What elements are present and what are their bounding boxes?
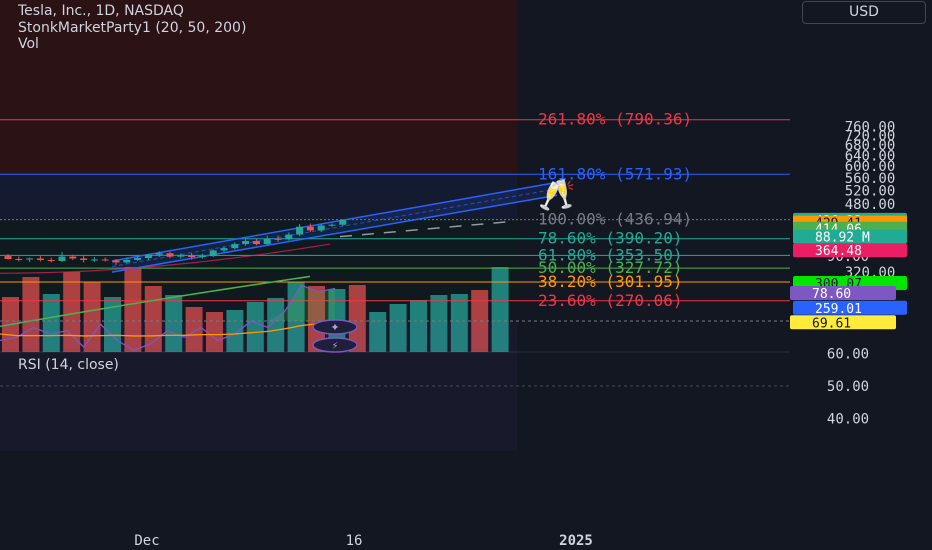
symbol-title[interactable]: Tesla, Inc., 1D, NASDAQ <box>18 3 184 19</box>
candle-body[interactable] <box>166 253 174 257</box>
candle-body[interactable] <box>209 250 217 257</box>
chart-root: 261.80% (790.36) 161.80% (571.93) 100.00% … <box>0 0 932 550</box>
candle-body[interactable] <box>47 259 55 261</box>
candle-body[interactable] <box>69 256 77 259</box>
indicator-ma-legend[interactable]: StonkMarketParty1 (20, 50, 200) <box>18 20 246 36</box>
rsi-axis-tick: 50.00 <box>827 379 869 395</box>
candle-body[interactable] <box>15 258 23 260</box>
candle-body[interactable] <box>339 220 347 225</box>
candle-body[interactable] <box>36 258 44 260</box>
candle-body[interactable] <box>231 244 239 249</box>
fib-label: 38.20% (301.95) <box>538 272 683 291</box>
sparkle-glyph: ✦ <box>330 321 339 334</box>
candle-body[interactable] <box>263 238 271 245</box>
candle-body[interactable] <box>144 254 152 259</box>
candle-body[interactable] <box>155 253 163 255</box>
candle-body[interactable] <box>242 240 250 245</box>
candle-body[interactable] <box>188 255 196 258</box>
time-axis-tick: 2025 <box>559 533 593 549</box>
candle-body[interactable] <box>58 256 66 261</box>
candle-body[interactable] <box>220 248 228 251</box>
candle-body[interactable] <box>198 256 206 258</box>
candle-body[interactable] <box>112 260 120 263</box>
currency-button[interactable]: USD <box>802 1 926 24</box>
time-axis-tick: 16 <box>346 533 363 549</box>
price-label-text: 364.48 <box>815 244 862 259</box>
rsi-axis-tick: 60.00 <box>827 347 869 363</box>
candle-body[interactable] <box>123 259 131 263</box>
candle-body[interactable] <box>4 256 12 259</box>
candle-body[interactable] <box>252 240 260 245</box>
candle-body[interactable] <box>177 255 185 257</box>
candle-body[interactable] <box>328 224 336 226</box>
chart-canvas[interactable]: 261.80% (790.36)161.80% (571.93)100.00% … <box>0 0 932 550</box>
toast-glasses-icon: 🥂 <box>538 178 575 213</box>
indicator-vol-legend[interactable]: Vol <box>18 36 39 52</box>
fib-label: 23.60% (270.06) <box>538 291 683 310</box>
price-axis-tick: 480.00 <box>845 197 896 213</box>
candle-body[interactable] <box>317 225 325 231</box>
lightning-glyph: ⚡ <box>331 341 338 352</box>
rsi-legend[interactable]: RSI (14, close) <box>18 357 119 373</box>
rsi-axis-tick: 40.00 <box>827 412 869 428</box>
time-axis-tick: Dec <box>134 533 159 549</box>
candle-body[interactable] <box>26 258 34 260</box>
candle-body[interactable] <box>285 234 293 240</box>
candle-body[interactable] <box>90 259 98 261</box>
candle-body[interactable] <box>274 238 282 240</box>
rsi-value-text: 78.60 <box>812 287 851 302</box>
rsi-value-text: 69.61 <box>812 316 851 331</box>
candle-body[interactable] <box>80 258 88 260</box>
candle-body[interactable] <box>296 226 304 235</box>
fib-label: 261.80% (790.36) <box>538 110 692 129</box>
candle-body[interactable] <box>306 226 314 231</box>
candle-body[interactable] <box>101 259 109 261</box>
price-label-text: 259.01 <box>815 302 862 317</box>
candle-body[interactable] <box>134 258 142 260</box>
